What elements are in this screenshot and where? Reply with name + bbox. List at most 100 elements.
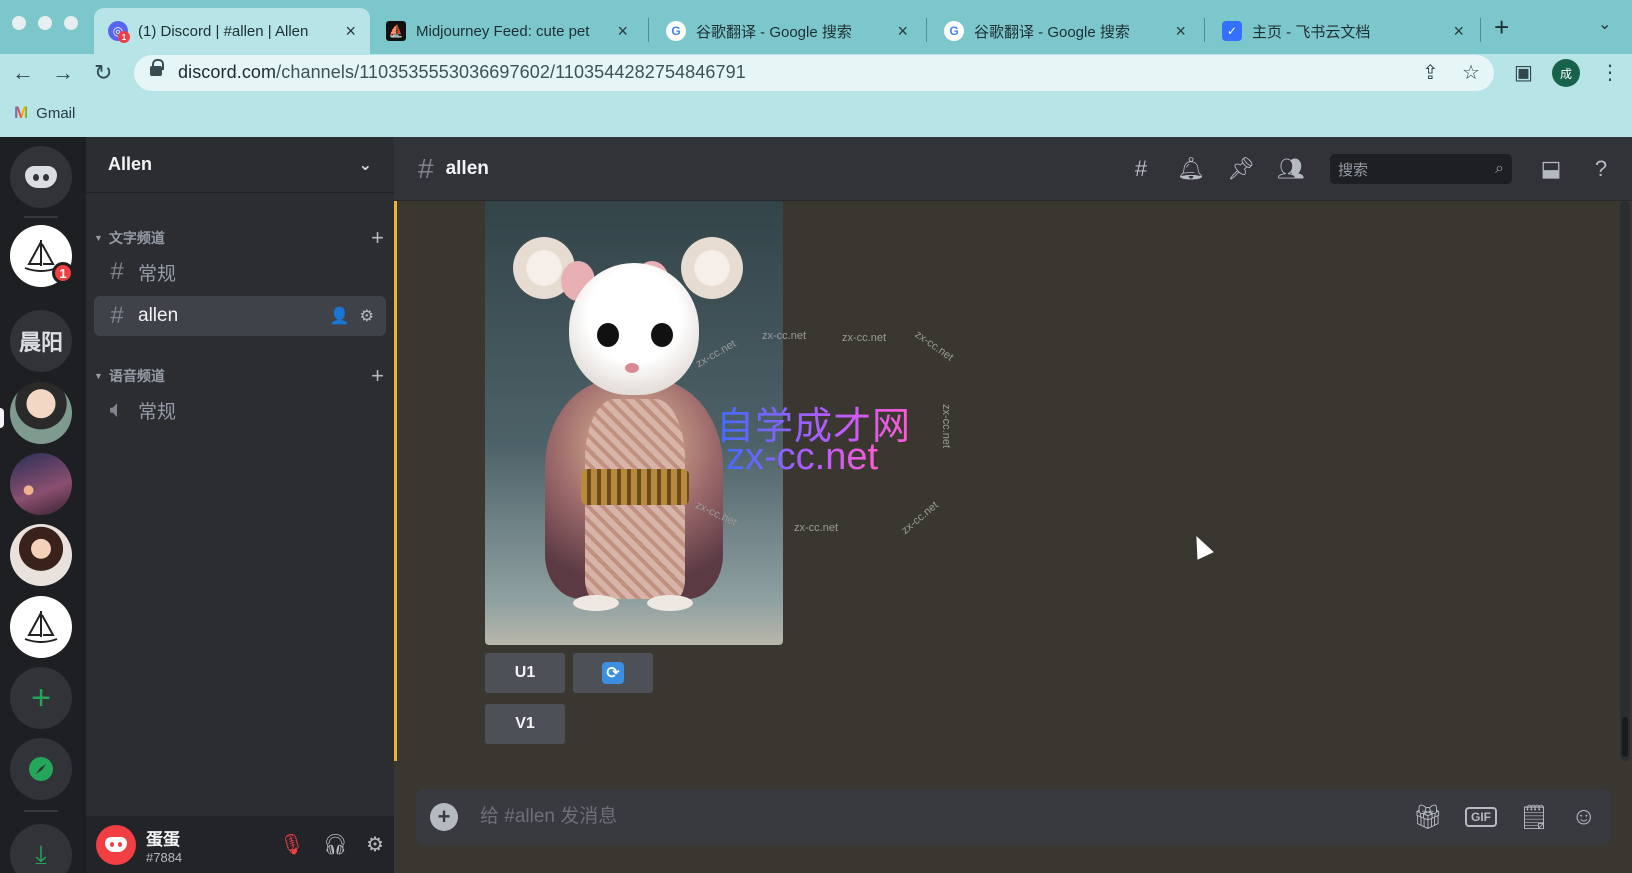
speaker-icon: 🔈︎ bbox=[109, 396, 125, 423]
text-channel-icon: # bbox=[110, 258, 124, 285]
midjourney-favicon-icon: ⛵ bbox=[386, 21, 406, 41]
invite-member-icon[interactable]: 👤 bbox=[330, 306, 350, 326]
chevron-down-icon: ⌄ bbox=[358, 156, 372, 174]
url-text[interactable]: discord.com/channels/1103535553036697602… bbox=[178, 62, 746, 83]
scrollbar-thumb[interactable] bbox=[1622, 717, 1628, 757]
close-tab-icon[interactable]: × bbox=[617, 21, 628, 42]
help-icon[interactable]: ? bbox=[1576, 156, 1626, 182]
google-favicon-icon: G bbox=[944, 21, 964, 41]
message-input[interactable] bbox=[480, 806, 1413, 828]
mouse-eye bbox=[597, 323, 619, 347]
close-tab-icon[interactable]: × bbox=[1453, 21, 1464, 42]
add-channel-icon[interactable]: + bbox=[371, 225, 384, 251]
category-text-channels[interactable]: ▼ 文字频道 + bbox=[94, 225, 384, 251]
side-panel-icon[interactable]: ▣ bbox=[1514, 60, 1533, 85]
tab-divider bbox=[926, 18, 927, 42]
browser-tab-strip: ◎ 1 (1) Discord | #allen | Allen × ⛵ Midj… bbox=[0, 0, 1632, 54]
inbox-icon[interactable]: ⬓ bbox=[1526, 156, 1576, 182]
mute-microphone-icon[interactable]: 🎙︎ bbox=[279, 832, 304, 857]
mouse-foot bbox=[647, 595, 693, 611]
channel-header: # allen # 🔔︎ 📌︎ 👥︎ 搜索 ⌕ ⬓ ? bbox=[394, 137, 1632, 201]
channel-settings-icon[interactable]: ⚙ bbox=[360, 306, 374, 326]
server-chenyang[interactable]: 晨阳 bbox=[10, 310, 72, 372]
channel-name: 常规 bbox=[138, 263, 177, 285]
sticker-icon[interactable]: 🗒︎ bbox=[1519, 803, 1549, 832]
pin-icon[interactable]: 📌︎ bbox=[1216, 156, 1266, 182]
search-box[interactable]: 搜索 ⌕ bbox=[1330, 154, 1512, 184]
user-panel: 蛋蛋 #7884 🎙︎ 🎧︎ ⚙ bbox=[86, 816, 394, 873]
channel-name: allen bbox=[138, 305, 179, 326]
mouse-foot bbox=[573, 595, 619, 611]
google-favicon-icon: G bbox=[666, 21, 686, 41]
category-label: 语音频道 bbox=[108, 368, 165, 384]
upscale-u1-button[interactable]: U1 bbox=[485, 653, 565, 693]
forward-arrow-icon[interactable]: → bbox=[52, 60, 74, 86]
emoji-icon[interactable]: ☺ bbox=[1571, 803, 1596, 831]
category-voice-channels[interactable]: ▼ 语音频道 + bbox=[94, 363, 384, 389]
message-list: U1 ⟳ V1 bbox=[394, 201, 1618, 761]
close-tab-icon[interactable]: × bbox=[897, 21, 908, 42]
server-name: Allen bbox=[108, 154, 153, 174]
server-header[interactable]: Allen ⌄ bbox=[86, 137, 394, 193]
scrollbar-track[interactable] bbox=[1620, 201, 1630, 761]
channel-title: allen bbox=[445, 157, 489, 179]
member-list-icon[interactable]: 👥︎ bbox=[1266, 156, 1316, 182]
profile-avatar[interactable]: 成 bbox=[1552, 59, 1580, 87]
new-tab-button[interactable]: + bbox=[1494, 12, 1509, 43]
browser-tab-google-2[interactable]: G 谷歌翻译 - Google 搜索 × bbox=[930, 8, 1200, 54]
bookmark-star-icon[interactable]: ☆ bbox=[1462, 60, 1480, 85]
maximize-window-button[interactable] bbox=[64, 16, 78, 30]
mouse-head bbox=[569, 263, 699, 395]
user-tag: #7884 bbox=[146, 849, 183, 865]
gmail-icon: M bbox=[14, 103, 29, 122]
user-settings-icon[interactable]: ⚙ bbox=[366, 832, 384, 857]
share-icon[interactable]: ⇪ bbox=[1422, 60, 1439, 85]
browser-tab-feishu[interactable]: ✓ 主页 - 飞书云文档 × bbox=[1208, 8, 1478, 54]
reroll-button[interactable]: ⟳ bbox=[573, 653, 653, 693]
browser-tab-discord[interactable]: ◎ 1 (1) Discord | #allen | Allen × bbox=[94, 8, 370, 54]
voice-channel-general[interactable]: 🔈︎ 常规 bbox=[94, 390, 386, 430]
browser-menu-icon[interactable]: ⋮ bbox=[1600, 60, 1620, 85]
add-server-button[interactable]: + bbox=[10, 667, 72, 729]
close-window-button[interactable] bbox=[12, 16, 26, 30]
tab-search-chevron-icon[interactable]: ⌄ bbox=[1598, 14, 1611, 34]
watermark-small: zx-cc.net bbox=[762, 330, 807, 342]
add-channel-icon[interactable]: + bbox=[371, 363, 384, 389]
minimize-window-button[interactable] bbox=[38, 16, 52, 30]
browser-tab-google-1[interactable]: G 谷歌翻译 - Google 搜索 × bbox=[652, 8, 922, 54]
close-tab-icon[interactable]: × bbox=[1175, 21, 1186, 42]
url-host: discord.com bbox=[178, 62, 277, 82]
tab-title: 主页 - 飞书云文档 bbox=[1252, 23, 1371, 41]
discord-home-button[interactable] bbox=[10, 146, 72, 208]
headphones-icon[interactable]: 🎧︎ bbox=[323, 832, 348, 857]
server-midjourney-2[interactable] bbox=[10, 596, 72, 658]
bookmark-gmail[interactable]: M Gmail bbox=[14, 103, 75, 123]
server-divider bbox=[24, 216, 58, 218]
server-avatar-city[interactable] bbox=[10, 453, 72, 515]
server-unread-pill bbox=[0, 408, 4, 428]
user-avatar[interactable] bbox=[96, 824, 136, 865]
notification-bell-icon[interactable]: 🔔︎ bbox=[1166, 156, 1216, 182]
gif-button[interactable]: GIF bbox=[1465, 807, 1498, 827]
username: 蛋蛋 bbox=[146, 829, 180, 849]
mouse-nose bbox=[625, 363, 639, 373]
upload-plus-button[interactable]: + bbox=[430, 803, 458, 831]
message-composer: + 🎁︎ GIF 🗒︎ ☺ bbox=[416, 789, 1610, 845]
server-avatar-woman[interactable] bbox=[10, 524, 72, 586]
channel-general[interactable]: # 常规 bbox=[94, 252, 386, 292]
watermark-small: zx-cc.net bbox=[940, 403, 953, 449]
server-divider bbox=[24, 810, 58, 812]
variation-v1-button[interactable]: V1 bbox=[485, 704, 565, 744]
mouse-eye bbox=[651, 323, 673, 347]
tab-title: (1) Discord | #allen | Allen bbox=[138, 22, 309, 40]
close-tab-icon[interactable]: × bbox=[345, 21, 356, 42]
server-avatar-girl[interactable] bbox=[10, 382, 72, 444]
channel-allen[interactable]: # allen 👤 ⚙ bbox=[94, 296, 386, 336]
explore-servers-button[interactable] bbox=[10, 738, 72, 800]
reload-icon[interactable]: ↻ bbox=[94, 60, 112, 86]
browser-tab-midjourney[interactable]: ⛵ Midjourney Feed: cute pet × bbox=[372, 8, 642, 54]
tab-divider bbox=[1204, 18, 1205, 42]
threads-icon[interactable]: # bbox=[1116, 156, 1166, 182]
back-arrow-icon[interactable]: ← bbox=[12, 60, 34, 86]
gift-icon[interactable]: 🎁︎ bbox=[1413, 803, 1443, 832]
